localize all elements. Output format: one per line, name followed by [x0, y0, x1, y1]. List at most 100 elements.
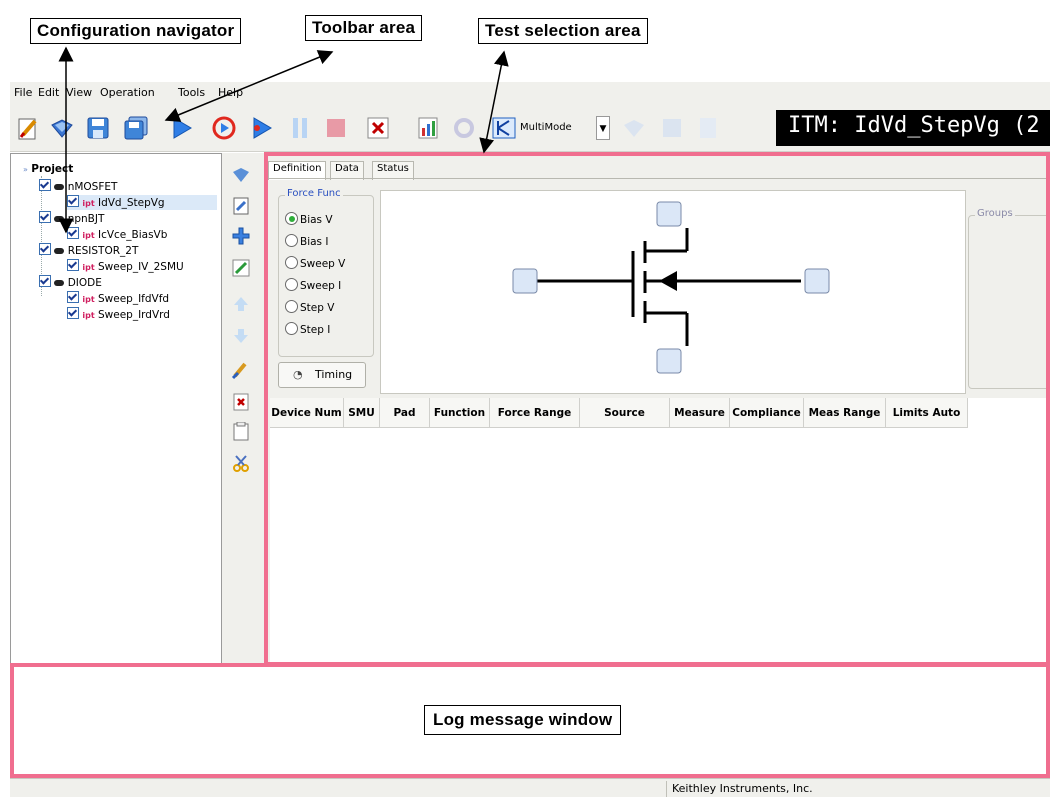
terminal-bulk[interactable]	[804, 267, 828, 291]
delete-icon[interactable]	[230, 391, 252, 413]
radio-label: Sweep I	[300, 280, 342, 292]
radio-button[interactable]	[285, 234, 298, 247]
disabled-tool-icon-2	[658, 114, 686, 142]
tree-root-label: Project	[31, 163, 74, 175]
edit-device-icon[interactable]	[230, 195, 252, 217]
radio-label: Step V	[300, 302, 335, 314]
terminal-gate[interactable]	[512, 267, 536, 291]
radio-button[interactable]	[285, 322, 298, 335]
radio-button[interactable]	[285, 256, 298, 269]
test-checkbox[interactable]	[67, 259, 79, 271]
move-down-icon[interactable]	[230, 325, 252, 347]
tree-device-label: nMOSFET	[67, 181, 118, 193]
append-run-icon[interactable]	[248, 114, 276, 142]
clear-icon[interactable]	[230, 359, 252, 381]
menu-edit[interactable]: Edit	[38, 86, 59, 99]
column-header[interactable]: Source	[580, 398, 670, 428]
clock-icon: ◔	[293, 368, 303, 381]
column-header[interactable]: Compliance	[730, 398, 804, 428]
column-header[interactable]: SMU	[344, 398, 380, 428]
multimode-dropdown[interactable]: ▼	[596, 116, 610, 140]
tree-device[interactable]: npnBJT	[39, 211, 104, 226]
terminal-source[interactable]	[656, 348, 680, 372]
add-device-icon[interactable]	[230, 163, 252, 185]
add-icon[interactable]	[230, 225, 252, 247]
radio-button[interactable]	[285, 300, 298, 313]
status-divider	[666, 781, 667, 797]
tree-root[interactable]: » Project	[23, 162, 73, 177]
tree-test[interactable]: ipt Sweep_IrdVrd	[67, 307, 170, 322]
menu-file[interactable]: File	[14, 86, 32, 99]
radio-step-v[interactable]: Step V	[285, 300, 334, 314]
test-icon: ipt	[82, 231, 95, 240]
timing-button[interactable]: ◔ Timing	[278, 362, 366, 388]
timing-label: Timing	[315, 368, 353, 381]
test-icon: ipt	[82, 199, 95, 208]
chevron-down-icon: ▼	[599, 124, 607, 134]
tree-test-label: Sweep_IrdVrd	[97, 309, 170, 321]
tree-test[interactable]: ipt IdVd_StepVg	[67, 195, 217, 210]
tree-device[interactable]: DIODE	[39, 275, 102, 290]
menu-view[interactable]: View	[66, 86, 92, 99]
column-header[interactable]: Force Range	[490, 398, 580, 428]
column-header[interactable]: Limits Auto	[886, 398, 968, 428]
column-header[interactable]: Device Num	[270, 398, 344, 428]
device-icon	[54, 216, 65, 222]
status-text: Keithley Instruments, Inc.	[672, 782, 813, 795]
tree-test[interactable]: ipt Sweep_IfdVfd	[67, 291, 169, 306]
test-icon: ipt	[82, 263, 95, 272]
cut-icon[interactable]	[230, 453, 252, 475]
tree-test[interactable]: ipt Sweep_IV_2SMU	[67, 259, 184, 274]
device-checkbox[interactable]	[39, 179, 51, 191]
tree-test-label: Sweep_IV_2SMU	[97, 261, 184, 273]
test-checkbox[interactable]	[67, 307, 79, 319]
test-checkbox[interactable]	[67, 291, 79, 303]
menu-tools[interactable]: Tools	[178, 86, 205, 99]
test-icon: ipt	[82, 311, 95, 320]
callout-log-message-window: Log message window	[424, 705, 622, 735]
tree-device-label: npnBJT	[67, 213, 105, 225]
new-project-icon[interactable]	[14, 114, 42, 142]
tree-device[interactable]: RESISTOR_2T	[39, 243, 138, 258]
repeat-run-icon[interactable]	[210, 114, 238, 142]
run-icon[interactable]	[168, 114, 196, 142]
multimode-label[interactable]: MultiMode	[520, 122, 572, 133]
graph-icon[interactable]	[414, 114, 442, 142]
groups-legend: Groups	[975, 208, 1015, 219]
radio-button[interactable]	[285, 212, 298, 225]
device-checkbox[interactable]	[39, 275, 51, 287]
radio-sweep-i[interactable]: Sweep I	[285, 278, 341, 292]
terminal-table: Device Num SMU Pad Function Force Range …	[270, 398, 1050, 664]
radio-bias-i[interactable]: Bias I	[285, 234, 328, 248]
radio-button[interactable]	[285, 278, 298, 291]
column-header[interactable]: Function	[430, 398, 490, 428]
pause-icon[interactable]	[286, 114, 314, 142]
column-header[interactable]: Measure	[670, 398, 730, 428]
menu-operation[interactable]: Operation	[100, 86, 155, 99]
move-up-icon[interactable]	[230, 293, 252, 315]
column-header[interactable]: Pad	[380, 398, 430, 428]
device-checkbox[interactable]	[39, 243, 51, 255]
device-icon	[54, 280, 65, 286]
rename-icon[interactable]	[230, 257, 252, 279]
tree-test[interactable]: ipt IcVce_BiasVb	[67, 227, 167, 242]
device-checkbox[interactable]	[39, 211, 51, 223]
radio-label: Step I	[300, 324, 331, 336]
test-checkbox[interactable]	[67, 227, 79, 239]
radio-step-i[interactable]: Step I	[285, 322, 330, 336]
tree-device[interactable]: nMOSFET	[39, 179, 117, 194]
menu-help[interactable]: Help	[218, 86, 243, 99]
radio-sweep-v[interactable]: Sweep V	[285, 256, 345, 270]
multimode-icon[interactable]	[490, 114, 518, 142]
refresh-icon[interactable]	[450, 114, 478, 142]
radio-bias-v[interactable]: Bias V	[285, 212, 333, 226]
save-all-icon[interactable]	[122, 114, 150, 142]
terminal-drain[interactable]	[656, 201, 680, 225]
clear-icon[interactable]	[364, 114, 392, 142]
column-header[interactable]: Meas Range	[804, 398, 886, 428]
stop-icon[interactable]	[322, 114, 350, 142]
save-icon[interactable]	[84, 114, 112, 142]
open-project-icon[interactable]	[48, 114, 76, 142]
copy-icon[interactable]	[230, 421, 252, 443]
test-checkbox[interactable]	[67, 195, 79, 207]
